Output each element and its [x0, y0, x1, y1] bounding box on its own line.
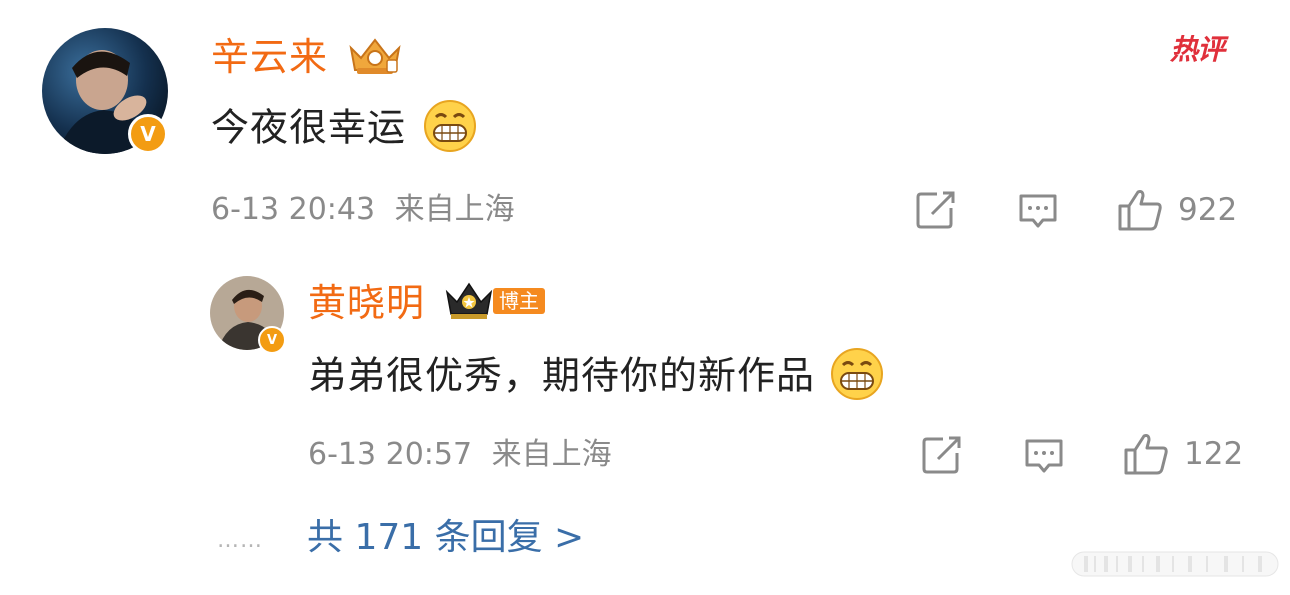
reply-button[interactable] [1023, 437, 1065, 477]
avatar-replier[interactable]: V [210, 276, 286, 354]
like-count: 922 [1178, 192, 1238, 228]
reply-icon [1025, 439, 1063, 473]
comment-text-body: 今夜很幸运 [211, 105, 407, 150]
commenter-username[interactable]: 辛云来 [211, 38, 328, 76]
share-icon [916, 191, 955, 229]
like-button[interactable]: 122 [1122, 432, 1243, 476]
grin-emoji-icon [424, 100, 477, 152]
comment-meta: 6-13 20:43 来自上海 [211, 195, 515, 225]
like-count: 122 [1184, 436, 1244, 472]
grin-emoji-icon [831, 348, 884, 400]
share-button[interactable] [921, 435, 963, 475]
comment-location: 来自上海 [394, 192, 515, 227]
like-icon [1118, 190, 1162, 231]
reply-button[interactable] [1017, 192, 1059, 232]
reply-icon [1019, 194, 1057, 228]
reply-text: 弟弟很优秀，期待你的新作品 [308, 348, 884, 401]
share-button[interactable] [915, 190, 957, 230]
blogger-badge: 博主 [493, 288, 545, 314]
hot-comment-badge: 热评 [1170, 33, 1225, 66]
reply-location: 来自上海 [491, 437, 612, 472]
reply-time: 6-13 20:57 [308, 437, 473, 472]
avatar-commenter[interactable]: V [42, 28, 168, 154]
reply-text-body: 弟弟很优秀，期待你的新作品 [308, 353, 816, 398]
more-replies-dots: …… [217, 528, 263, 553]
reply-meta: 6-13 20:57 来自上海 [308, 440, 612, 470]
watermark-icon [1071, 551, 1279, 577]
view-all-replies-link[interactable]: 共 171 条回复 > [307, 520, 584, 556]
comment-time: 6-13 20:43 [211, 192, 376, 227]
verified-badge-icon: V [258, 326, 286, 354]
share-icon [922, 436, 961, 474]
replier-username[interactable]: 黄晓明 [308, 284, 425, 322]
like-button[interactable]: 922 [1116, 188, 1237, 232]
comment-text: 今夜很幸运 [211, 100, 477, 153]
like-icon [1124, 434, 1168, 475]
vip-crown-icon [349, 38, 401, 74]
vip-crown-icon [445, 282, 493, 319]
verified-badge-icon: V [128, 114, 168, 154]
